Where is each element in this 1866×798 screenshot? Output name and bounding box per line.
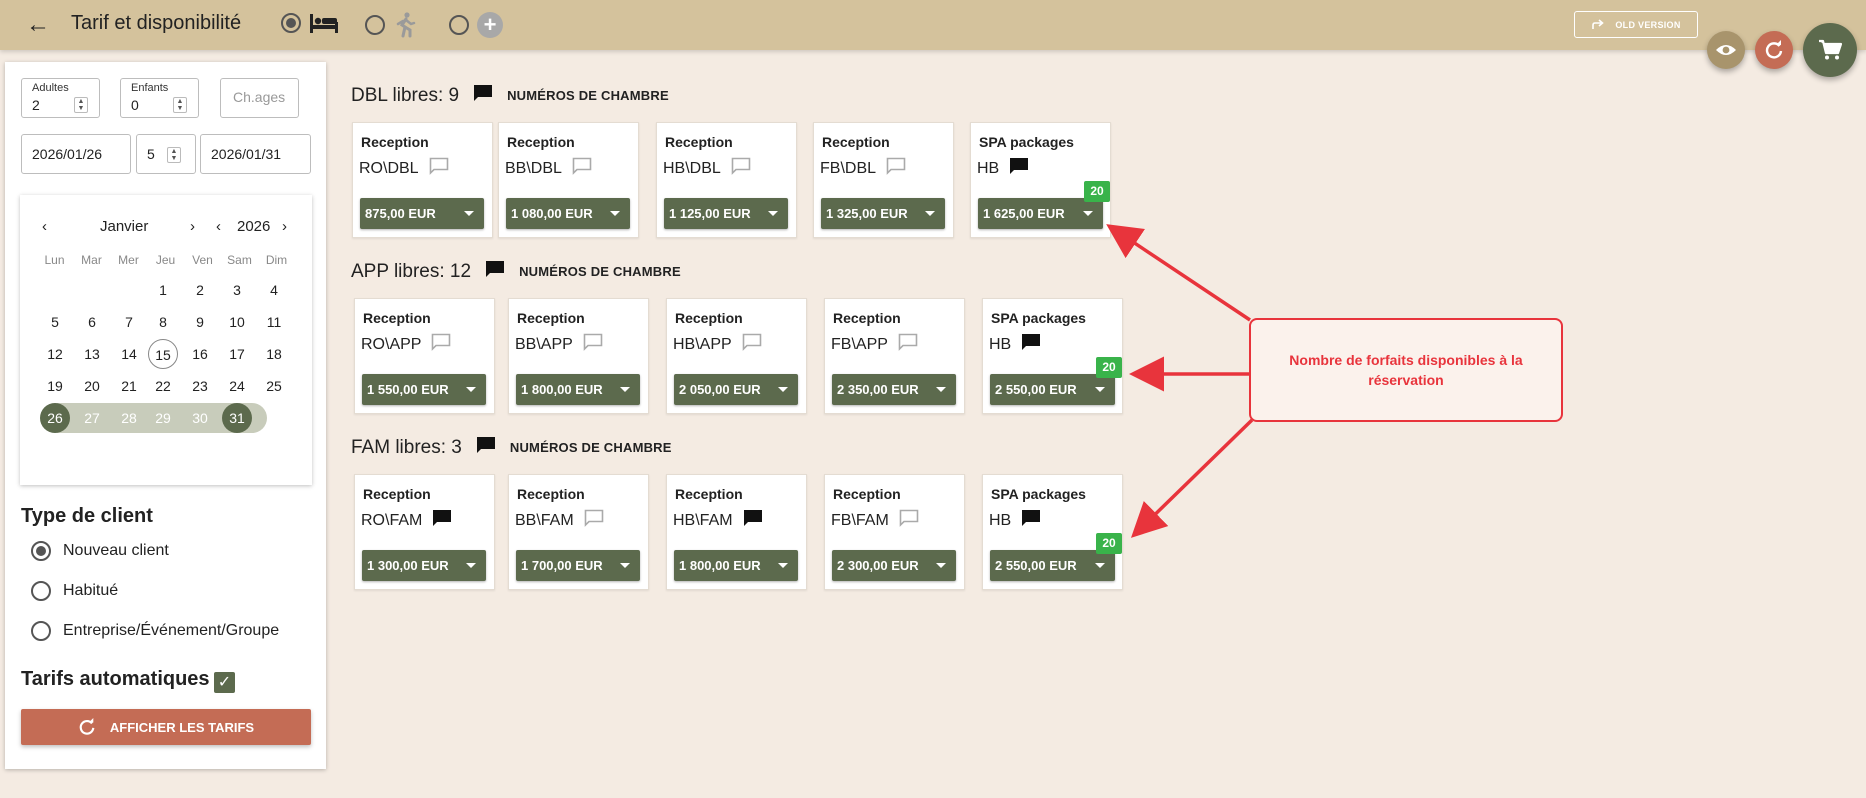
annotation-arrow	[1106, 224, 1251, 322]
annotation-text: Nombre de forfaits disponibles à la rése…	[1289, 352, 1523, 388]
annotation-callout: Nombre de forfaits disponibles à la rése…	[1249, 318, 1563, 422]
annotation-arrow	[1130, 418, 1254, 538]
annotation-arrows	[1106, 224, 1254, 538]
